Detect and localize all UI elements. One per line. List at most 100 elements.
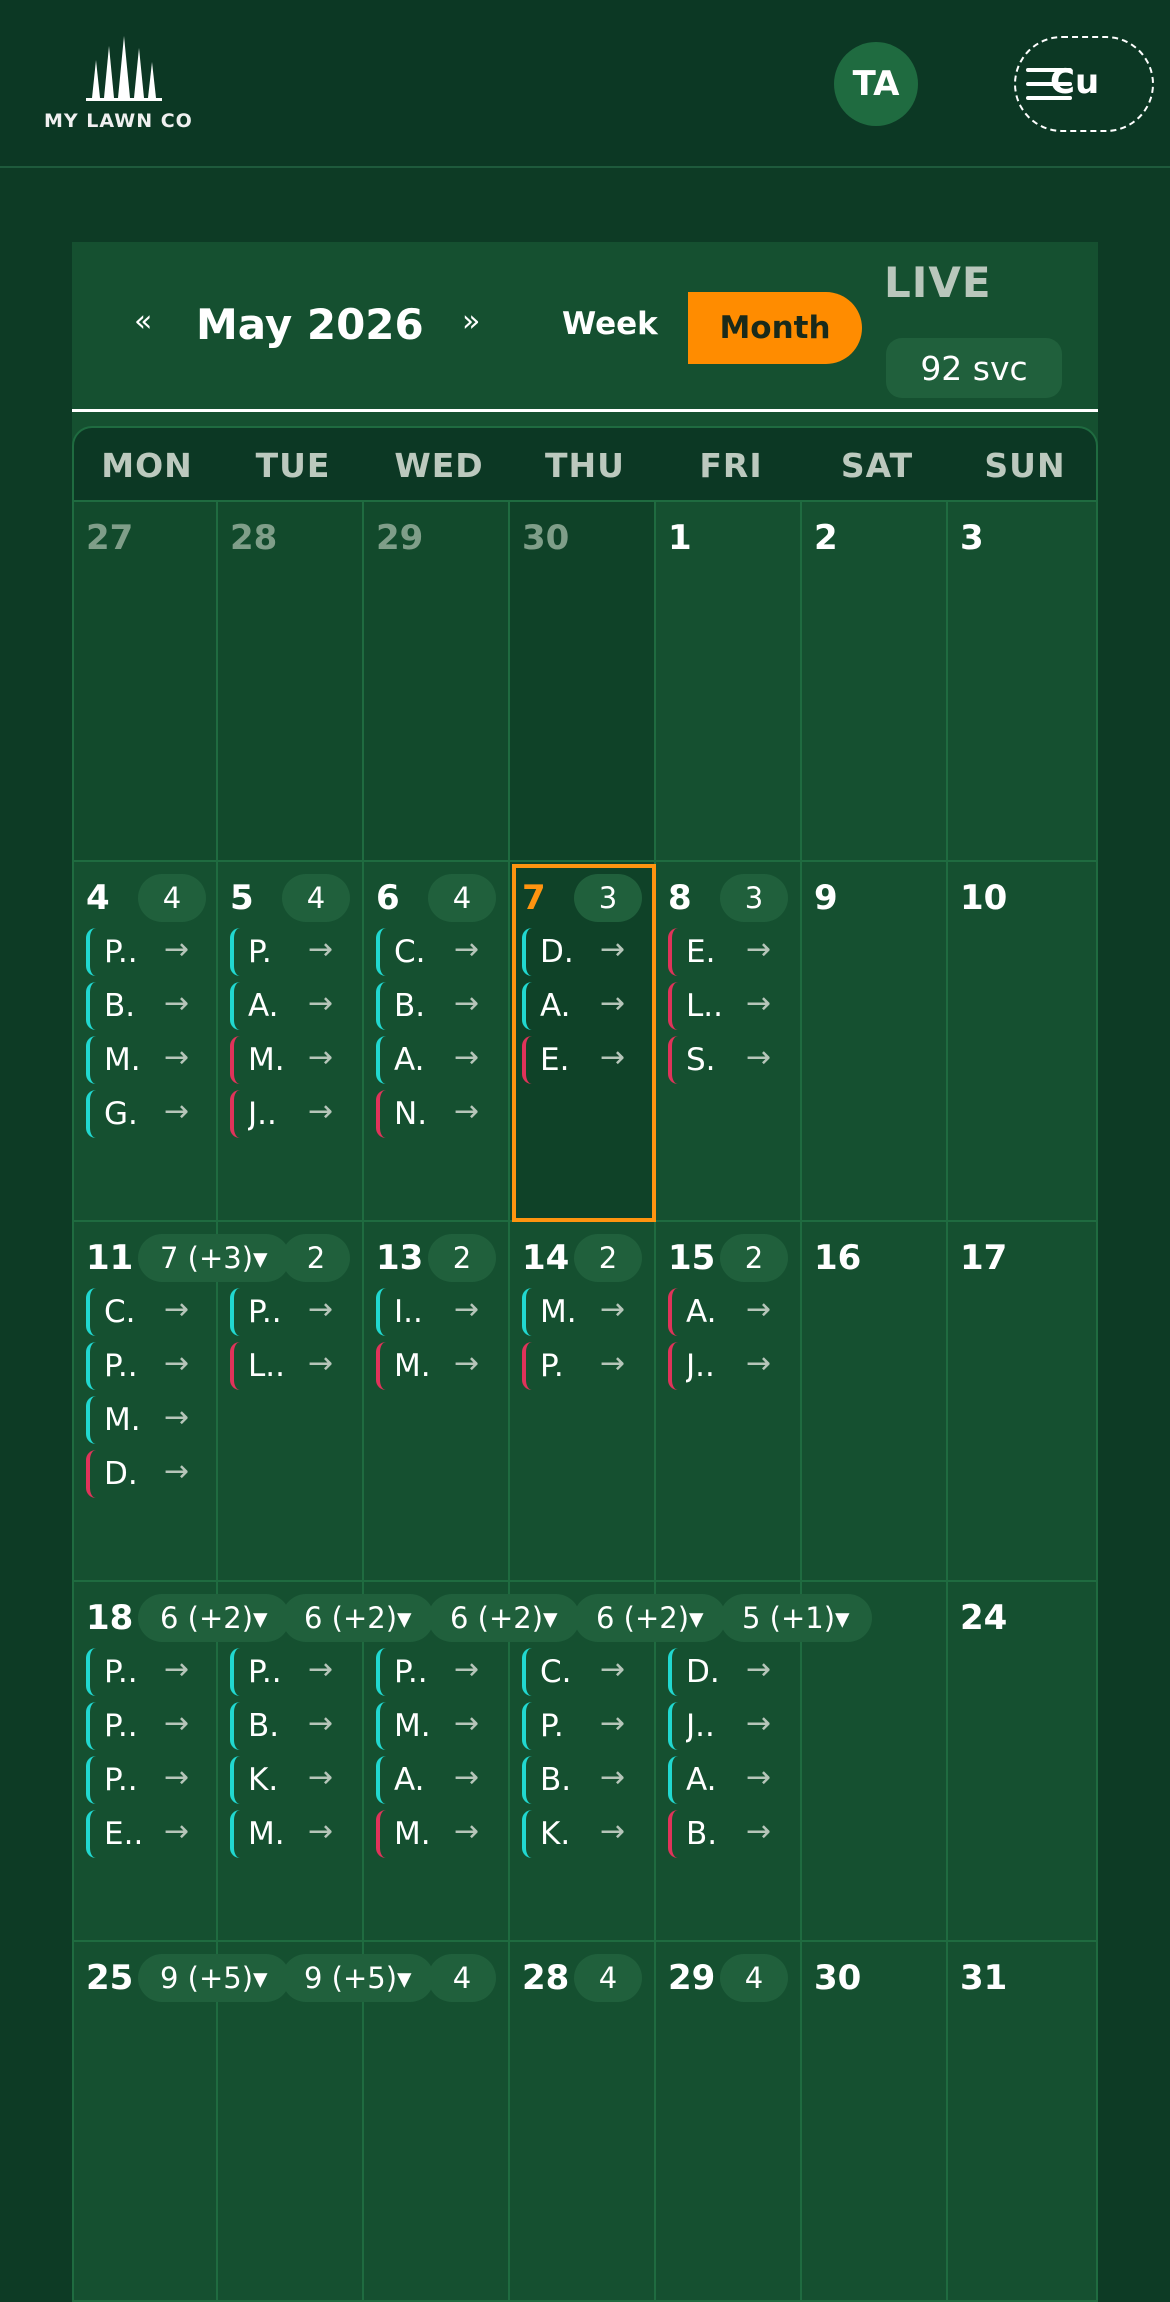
appointment-item[interactable]: K. → [522, 1810, 640, 1858]
arrow-right-icon[interactable]: → [308, 1292, 333, 1327]
day-cell[interactable]: 6 4 C. → B. → A. → N. → [364, 862, 510, 1222]
arrow-right-icon[interactable]: → [164, 1706, 189, 1741]
arrow-right-icon[interactable]: → [454, 1346, 479, 1381]
appointment-item[interactable]: L.. → [668, 982, 786, 1030]
arrow-right-icon[interactable]: → [308, 1346, 333, 1381]
appointment-count-badge[interactable]: 3 [574, 874, 642, 922]
appointment-count-badge[interactable]: 6 (+2)▾ [428, 1594, 580, 1642]
day-cell[interactable]: 11 7 (+3)▾ C. → P.. → M. → D. → [72, 1222, 290, 1582]
arrow-right-icon[interactable]: → [600, 1040, 625, 1075]
arrow-right-icon[interactable]: → [454, 1292, 479, 1327]
appointment-count-badge[interactable]: 5 (+1)▾ [720, 1594, 872, 1642]
arrow-right-icon[interactable]: → [308, 1760, 333, 1795]
appointment-item[interactable]: J.. → [668, 1702, 786, 1750]
appointment-item[interactable]: L.. → [230, 1342, 348, 1390]
arrow-right-icon[interactable]: → [308, 1814, 333, 1849]
arrow-right-icon[interactable]: → [454, 1094, 479, 1129]
appointment-item[interactable]: B. → [86, 982, 204, 1030]
arrow-right-icon[interactable]: → [308, 932, 333, 967]
appointment-item[interactable]: K. → [230, 1756, 348, 1804]
appointment-item[interactable]: M. → [376, 1810, 494, 1858]
arrow-right-icon[interactable]: → [454, 1040, 479, 1075]
appointment-item[interactable]: M. → [230, 1810, 348, 1858]
arrow-right-icon[interactable]: → [600, 1760, 625, 1795]
appointment-item[interactable]: D. → [668, 1648, 786, 1696]
arrow-right-icon[interactable]: → [164, 1454, 189, 1489]
appointment-item[interactable]: P.. → [230, 1648, 348, 1696]
arrow-right-icon[interactable]: → [746, 1814, 771, 1849]
day-cell[interactable]: 14 2 M. → P. → [510, 1222, 656, 1582]
arrow-right-icon[interactable]: → [164, 1040, 189, 1075]
arrow-right-icon[interactable]: → [746, 1652, 771, 1687]
appointment-item[interactable]: P. → [522, 1702, 640, 1750]
appointment-item[interactable]: P.. → [86, 1648, 204, 1696]
appointment-item[interactable]: P.. → [86, 928, 204, 976]
arrow-right-icon[interactable]: → [454, 1706, 479, 1741]
day-cell[interactable]: 1 [656, 502, 802, 862]
day-cell[interactable]: 13 2 I.. → M. → [364, 1222, 510, 1582]
appointment-item[interactable]: E.. → [86, 1810, 204, 1858]
arrow-right-icon[interactable]: → [600, 1706, 625, 1741]
arrow-right-icon[interactable]: → [308, 1040, 333, 1075]
arrow-right-icon[interactable]: → [746, 932, 771, 967]
arrow-right-icon[interactable]: → [600, 1652, 625, 1687]
day-cell[interactable]: 9 [802, 862, 948, 1222]
appointment-count-badge[interactable]: 6 (+2)▾ [574, 1594, 726, 1642]
arrow-right-icon[interactable]: → [308, 1706, 333, 1741]
day-cell[interactable]: 16 [802, 1222, 948, 1582]
appointment-item[interactable]: B. → [376, 982, 494, 1030]
day-cell[interactable]: 7 3 D. → A. → E. → [510, 862, 656, 1222]
prev-month-button[interactable]: « [134, 304, 152, 339]
user-avatar[interactable]: TA [834, 42, 918, 126]
appointment-item[interactable]: A. → [522, 982, 640, 1030]
day-cell[interactable]: 27 [72, 502, 218, 862]
day-cell[interactable]: 30 [802, 1942, 948, 2302]
appointment-item[interactable]: M. → [522, 1288, 640, 1336]
appointment-item[interactable]: P. → [522, 1342, 640, 1390]
arrow-right-icon[interactable]: → [164, 1094, 189, 1129]
appointment-item[interactable]: M. → [376, 1702, 494, 1750]
arrow-right-icon[interactable]: → [454, 932, 479, 967]
appointment-count-badge[interactable]: 2 [428, 1234, 496, 1282]
arrow-right-icon[interactable]: → [600, 1346, 625, 1381]
arrow-right-icon[interactable]: → [454, 1814, 479, 1849]
brand-logo[interactable]: MY LAWN CO [40, 36, 210, 136]
appointment-item[interactable]: I.. → [376, 1288, 494, 1336]
day-cell[interactable]: 31 [948, 1942, 1098, 2302]
appointment-item[interactable]: M. → [86, 1396, 204, 1444]
arrow-right-icon[interactable]: → [746, 1292, 771, 1327]
arrow-right-icon[interactable]: → [164, 1292, 189, 1327]
arrow-right-icon[interactable]: → [164, 1652, 189, 1687]
day-cell[interactable]: 4 4 P.. → B. → M. → G. → [72, 862, 218, 1222]
appointment-item[interactable]: E. → [668, 928, 786, 976]
appointment-item[interactable]: M. → [86, 1036, 204, 1084]
appointment-item[interactable]: P.. → [376, 1648, 494, 1696]
day-cell[interactable]: 24 [948, 1582, 1098, 1942]
arrow-right-icon[interactable]: → [746, 986, 771, 1021]
appointment-count-badge[interactable]: 4 [282, 874, 350, 922]
appointment-count-badge[interactable]: 4 [428, 874, 496, 922]
arrow-right-icon[interactable]: → [454, 1760, 479, 1795]
arrow-right-icon[interactable]: → [164, 986, 189, 1021]
arrow-right-icon[interactable]: → [308, 1094, 333, 1129]
next-month-button[interactable]: » [462, 304, 480, 339]
appointment-item[interactable]: C. → [522, 1648, 640, 1696]
appointment-count-badge[interactable]: 4 [720, 1954, 788, 2002]
day-cell[interactable]: 8 3 E. → L.. → S. → [656, 862, 802, 1222]
arrow-right-icon[interactable]: → [600, 932, 625, 967]
appointment-count-badge[interactable]: 7 (+3)▾ [138, 1234, 290, 1282]
appointment-count-badge[interactable]: 9 (+5)▾ [282, 1954, 434, 2002]
day-cell[interactable]: 2 [802, 502, 948, 862]
appointment-item[interactable]: A. → [668, 1288, 786, 1336]
day-cell[interactable]: 5 4 P. → A. → M. → J.. → [218, 862, 364, 1222]
appointment-count-badge[interactable]: 2 [574, 1234, 642, 1282]
arrow-right-icon[interactable]: → [308, 1652, 333, 1687]
appointment-item[interactable]: G. → [86, 1090, 204, 1138]
appointment-item[interactable]: B. → [522, 1756, 640, 1804]
appointment-item[interactable]: C. → [86, 1288, 204, 1336]
appointment-item[interactable]: A. → [376, 1036, 494, 1084]
appointment-item[interactable]: J.. → [668, 1342, 786, 1390]
appointment-item[interactable]: A. → [668, 1756, 786, 1804]
arrow-right-icon[interactable]: → [746, 1040, 771, 1075]
arrow-right-icon[interactable]: → [164, 1814, 189, 1849]
